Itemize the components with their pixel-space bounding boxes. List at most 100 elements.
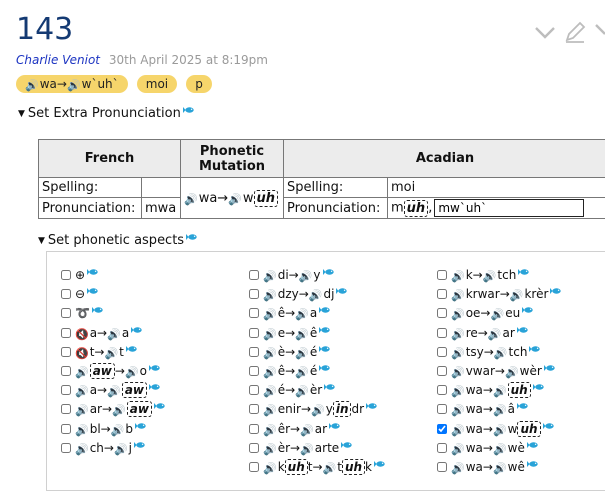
aspect-checkbox[interactable] [61, 404, 71, 415]
acadian-pronunciation-cell: m uh, [387, 197, 605, 219]
aspect-item[interactable]: 🔊a→🔊 aw [61, 381, 165, 400]
aspect-checkbox[interactable] [437, 385, 447, 396]
speaker-icon: 🔊 [104, 346, 119, 360]
speaker-icon: 🔊 [298, 270, 313, 283]
fish-icon [542, 422, 554, 430]
aspect-item[interactable]: 🔊krwar→🔊krèr [437, 285, 562, 304]
aspect-checkbox[interactable] [249, 365, 259, 376]
aspect-item[interactable]: 🔇a→🔊a [61, 324, 165, 343]
aspect-checkbox[interactable] [61, 346, 71, 357]
aspect-item[interactable]: 🔊é→🔊èr [249, 381, 385, 400]
speaker-icon: 🔊 [487, 327, 502, 341]
fish-icon [543, 364, 555, 372]
aspect-checkbox[interactable] [437, 423, 447, 434]
aspect-checkbox[interactable] [61, 308, 71, 319]
aspect-item[interactable]: 🔊wa→🔊 uh [437, 381, 561, 400]
aspect-item[interactable]: 🔊ar→🔊 aw [61, 400, 165, 419]
tag-pill[interactable]: 🔊wa→🔊w`uh` [16, 75, 128, 93]
phoneme-text: ch→ [89, 440, 114, 455]
aspect-item[interactable]: 🔊tsy→🔊tch [437, 343, 561, 362]
aspect-checkbox[interactable] [249, 442, 259, 453]
aspect-item[interactable]: 🔊ê→🔊é [249, 362, 385, 381]
aspect-label: ⊕ [75, 268, 85, 282]
aspect-item[interactable]: 🔊wa→🔊wè [437, 439, 561, 458]
aspect-checkbox[interactable] [249, 461, 259, 472]
aspect-item[interactable]: 🔊ê→🔊a [249, 304, 385, 323]
close-icon[interactable] [593, 20, 605, 44]
aspect-checkbox[interactable] [61, 289, 71, 300]
aspect-item[interactable]: 🔊k→🔊tch [437, 266, 561, 285]
aspect-item[interactable]: ⊕ [61, 266, 165, 285]
aspect-checkbox[interactable] [437, 327, 447, 338]
speaker-icon: 🔊 [295, 346, 309, 360]
fish-icon [550, 287, 562, 295]
aspect-item[interactable]: 🔊di→🔊y [249, 266, 385, 285]
aspect-item[interactable]: 🔊wa→🔊w uh [437, 420, 561, 439]
speaker-icon: 🔊 [451, 461, 465, 475]
aspect-checkbox[interactable] [437, 461, 447, 472]
speaker-icon: 🔊 [295, 365, 309, 379]
fish-icon [135, 422, 146, 430]
aspect-checkbox[interactable] [437, 442, 447, 453]
aspect-checkbox[interactable] [249, 385, 259, 396]
phonetic-aspects-panel: ⊕ ⊖ ➰ 🔇a→🔊a 🔇t→🔊t 🔊 aw →🔊o 🔊a→🔊 aw 🔊ar→🔊 aw 🔊bl→🔊b 🔊c… [46, 251, 605, 491]
speaker-icon: 🔊 [263, 385, 277, 399]
aspect-item[interactable]: 🔊 aw →🔊o [61, 362, 165, 381]
french-spelling-label: Spelling: [38, 177, 142, 198]
aspect-checkbox[interactable] [249, 327, 259, 338]
tag-pill[interactable]: p [186, 75, 212, 93]
author-link[interactable]: Charlie Veniot [16, 53, 100, 67]
phonetic-aspects-toggle[interactable]: ▼ Set phonetic aspects [38, 233, 197, 248]
aspect-checkbox[interactable] [61, 365, 71, 376]
phoneme-text: t→ [89, 344, 105, 359]
aspect-checkbox[interactable] [61, 442, 71, 453]
extra-pronunciation-toggle[interactable]: ▼ Set Extra Pronunciation [18, 106, 194, 121]
aspect-checkbox[interactable] [437, 404, 447, 415]
aspect-checkbox[interactable] [249, 289, 259, 300]
aspect-item[interactable]: 🔊bl→🔊b [61, 420, 165, 439]
tag-pill[interactable]: moi [136, 75, 178, 93]
aspect-item[interactable]: 🔊vwar→🔊wèr [437, 362, 561, 381]
aspect-checkbox[interactable] [249, 346, 259, 357]
chevron-down-icon[interactable] [533, 20, 557, 44]
aspect-item[interactable]: 🔇t→🔊t [61, 343, 165, 362]
aspect-item[interactable]: 🔊wa→🔊â [437, 400, 561, 419]
aspect-label: 🔇a→🔊a [75, 326, 129, 341]
aspect-item[interactable]: 🔊ch→🔊j [61, 439, 165, 458]
phoneme-text: enir→ [277, 402, 312, 417]
phoneme-text: k [277, 459, 285, 474]
aspect-checkbox[interactable] [249, 423, 259, 434]
aspect-item[interactable]: 🔊è→🔊é [249, 343, 385, 362]
aspect-checkbox[interactable] [437, 365, 447, 376]
aspect-item[interactable]: 🔊dzy→🔊dj [249, 285, 385, 304]
aspect-checkbox[interactable] [437, 346, 447, 357]
aspect-item[interactable]: 🔊èr→🔊arte [249, 439, 385, 458]
aspect-checkbox[interactable] [61, 270, 71, 280]
aspect-item[interactable]: ➰ [61, 304, 165, 323]
aspect-checkbox[interactable] [61, 423, 71, 434]
pencil-icon[interactable] [563, 20, 587, 44]
aspect-item[interactable]: 🔊re→🔊ar [437, 324, 561, 343]
aspect-checkbox[interactable] [437, 308, 447, 319]
aspect-checkbox[interactable] [437, 270, 447, 280]
aspect-checkbox[interactable] [61, 327, 71, 338]
aspect-checkbox[interactable] [61, 385, 71, 396]
aspect-item[interactable]: 🔊enir→🔊y in dr [249, 400, 385, 419]
phoneme-marker: uh [403, 199, 429, 217]
aspect-checkbox[interactable] [249, 270, 259, 280]
fish-icon [125, 345, 137, 353]
fish-icon [526, 460, 538, 468]
aspect-item[interactable]: 🔊wa→🔊wê [437, 458, 561, 477]
aspect-checkbox[interactable] [249, 404, 259, 415]
aspect-checkbox[interactable] [249, 308, 259, 319]
disclosure-triangle-icon: ▼ [18, 109, 25, 119]
speaker-icon: 🔊 [107, 385, 121, 399]
aspect-item[interactable]: 🔊k uh t→🔊t uh k [249, 458, 385, 477]
aspect-item[interactable]: 🔊oe→🔊eu [437, 304, 561, 323]
aspect-item[interactable]: 🔊êr→🔊ar [249, 420, 385, 439]
aspect-item[interactable]: ⊖ [61, 285, 165, 304]
fish-icon [522, 306, 533, 314]
acadian-pronunciation-input[interactable] [434, 199, 585, 217]
aspect-checkbox[interactable] [437, 289, 447, 300]
aspect-item[interactable]: 🔊e→🔊ê [249, 324, 385, 343]
